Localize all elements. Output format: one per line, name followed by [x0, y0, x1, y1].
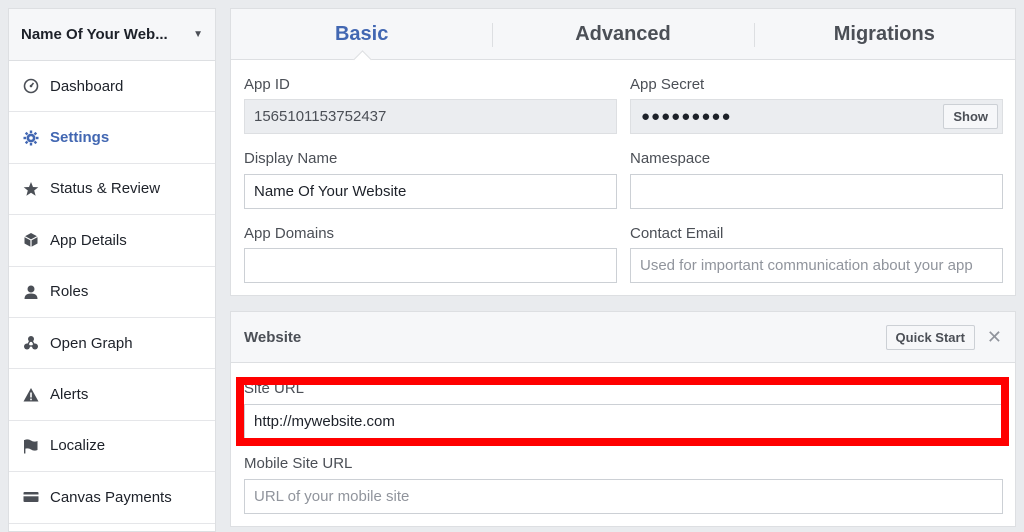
sidebar-item-label: Status & Review — [50, 180, 161, 198]
app-secret-field[interactable]: ●●●●●●●●● Show — [630, 99, 1003, 134]
sidebar: Name Of Your Web... ▼ Dashboard Settings… — [8, 8, 216, 532]
card-icon — [22, 488, 40, 506]
sidebar-item-localize[interactable]: Localize — [9, 421, 215, 473]
graph-icon — [22, 334, 40, 352]
site-url-field[interactable] — [244, 404, 1003, 439]
warning-icon — [22, 386, 40, 404]
sidebar-item-label: Alerts — [50, 386, 89, 404]
app-name: Name Of Your Web... — [21, 26, 168, 43]
sidebar-item-alerts[interactable]: Alerts — [9, 369, 215, 421]
quick-start-button[interactable]: Quick Start — [885, 324, 975, 350]
sidebar-item-canvas-payments[interactable]: Canvas Payments — [9, 472, 215, 524]
website-header: Website Quick Start ✕ — [231, 312, 1015, 363]
display-name-label: Display Name — [244, 150, 338, 167]
chevron-down-icon: ▼ — [193, 29, 203, 40]
app-secret-value: ●●●●●●●●● — [641, 108, 732, 125]
sidebar-item-label: Localize — [50, 437, 106, 455]
flag-icon — [22, 437, 40, 455]
mobile-site-url-label: Mobile Site URL — [244, 455, 353, 472]
namespace-field[interactable] — [630, 174, 1003, 209]
contact-email-field[interactable] — [630, 248, 1003, 283]
contact-email-label: Contact Email — [630, 225, 724, 242]
sidebar-item-label: Roles — [50, 283, 89, 301]
sidebar-item-roles[interactable]: Roles — [9, 267, 215, 318]
display-name-field[interactable] — [244, 174, 617, 209]
website-title: Website — [244, 328, 302, 346]
sidebar-item-label: App Details — [50, 231, 127, 249]
sidebar-item-status-review[interactable]: Status & Review — [9, 164, 215, 216]
dashboard-icon — [22, 77, 40, 95]
sidebar-item-label: Canvas Payments — [50, 488, 172, 506]
app-id-field[interactable] — [244, 99, 617, 134]
sidebar-item-open-graph[interactable]: Open Graph — [9, 318, 215, 370]
app-id-label: App ID — [244, 76, 290, 93]
app-domains-field[interactable] — [244, 248, 617, 283]
site-url-label: Site URL — [244, 380, 305, 397]
tab-advanced[interactable]: Advanced — [492, 9, 753, 59]
settings-tabs: Basic Advanced Migrations — [231, 9, 1015, 60]
sidebar-item-dashboard[interactable]: Dashboard — [9, 61, 215, 113]
tab-migrations[interactable]: Migrations — [753, 9, 1015, 59]
person-icon — [22, 283, 40, 301]
show-secret-button[interactable]: Show — [943, 104, 998, 129]
namespace-label: Namespace — [630, 150, 711, 167]
sidebar-item-label: Dashboard — [50, 77, 124, 95]
tab-basic[interactable]: Basic — [231, 9, 492, 59]
mobile-site-url-field[interactable] — [244, 479, 1003, 514]
gear-icon — [22, 129, 40, 147]
app-secret-label: App Secret — [630, 76, 705, 93]
app-switcher[interactable]: Name Of Your Web... ▼ — [9, 9, 215, 61]
sidebar-item-settings[interactable]: Settings — [9, 112, 215, 164]
cube-icon — [22, 231, 40, 249]
sidebar-item-app-details[interactable]: App Details — [9, 215, 215, 267]
star-icon — [22, 180, 40, 198]
sidebar-item-label: Settings — [50, 129, 110, 147]
close-icon[interactable]: ✕ — [987, 327, 1002, 348]
app-domains-label: App Domains — [244, 225, 335, 242]
sidebar-item-label: Open Graph — [50, 334, 133, 352]
